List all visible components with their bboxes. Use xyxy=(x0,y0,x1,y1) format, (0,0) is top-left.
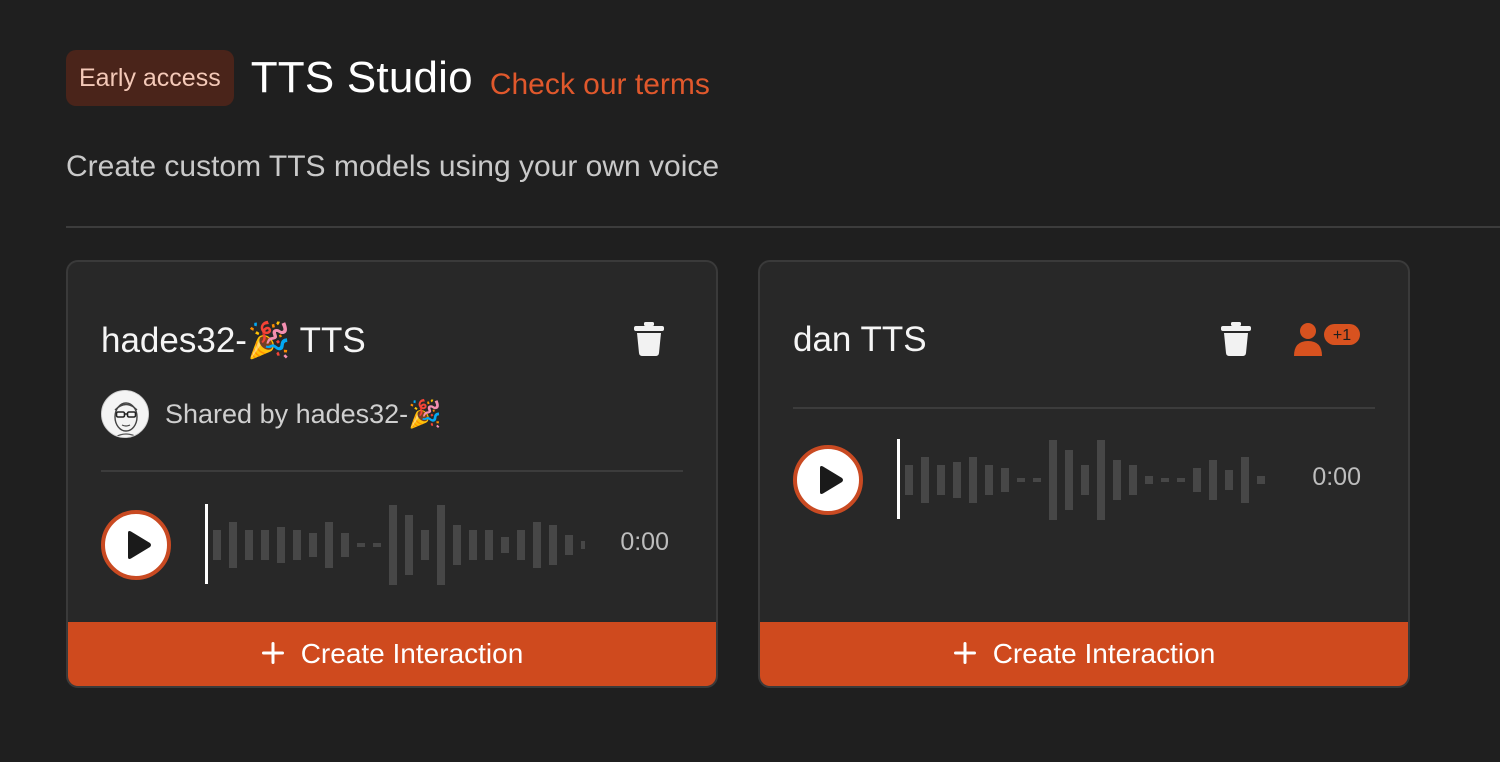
trash-icon[interactable] xyxy=(634,322,664,356)
waveform-bar xyxy=(437,505,445,585)
waveform-bar xyxy=(1081,465,1089,495)
avatar xyxy=(101,390,149,438)
waveform-bar xyxy=(277,527,285,563)
waveform-bar xyxy=(1257,476,1265,484)
early-access-badge: Early access xyxy=(66,50,234,106)
card-title: hades32-🎉 TTS xyxy=(101,321,366,360)
shared-by-label: Shared by hades32-🎉 xyxy=(165,399,442,429)
waveform-bar xyxy=(1193,468,1201,492)
waveform-bar xyxy=(1241,457,1249,503)
playhead[interactable] xyxy=(897,439,900,519)
waveform-bar xyxy=(549,525,557,565)
trash-icon[interactable] xyxy=(1221,322,1251,356)
waveform-bar xyxy=(485,530,493,560)
audio-player: 0:00 xyxy=(793,437,1375,523)
waveform-bar xyxy=(517,530,525,560)
playhead[interactable] xyxy=(205,504,208,584)
waveform-bar xyxy=(213,530,221,560)
create-interaction-label: Create Interaction xyxy=(300,638,524,669)
waveform[interactable] xyxy=(897,439,1277,521)
waveform-bar xyxy=(261,530,269,560)
waveform-bar xyxy=(1065,450,1073,510)
card-title: dan TTS xyxy=(793,320,927,359)
waveform-bar xyxy=(969,457,977,503)
terms-link[interactable]: Check our terms xyxy=(490,68,710,102)
page-title: TTS Studio xyxy=(250,53,473,102)
play-icon xyxy=(819,466,843,494)
waveform-bar xyxy=(1209,460,1217,500)
waveform-bar xyxy=(985,465,993,495)
waveform-bar xyxy=(389,505,397,585)
waveform-bar xyxy=(341,533,349,557)
waveform-bar xyxy=(405,515,413,575)
page-subtitle: Create custom TTS models using your own … xyxy=(66,150,720,183)
divider xyxy=(66,226,1500,228)
waveform-bar xyxy=(469,530,477,560)
audio-player: 0:00 xyxy=(101,502,683,588)
waveform-bar xyxy=(565,535,573,555)
tts-card-dan: dan TTS +1 0:00 Create Interaction xyxy=(758,260,1410,688)
card-separator xyxy=(101,470,683,472)
time-display: 0:00 xyxy=(620,528,669,556)
create-interaction-button[interactable]: Create Interaction xyxy=(760,622,1408,686)
waveform-bar xyxy=(501,537,509,553)
waveform-bar xyxy=(229,522,237,568)
waveform-bar xyxy=(373,543,381,547)
waveform-bar xyxy=(1049,440,1057,520)
waveform-bar xyxy=(905,465,913,495)
waveform-bar xyxy=(533,522,541,568)
waveform-bar xyxy=(1097,440,1105,520)
play-button[interactable] xyxy=(793,445,863,515)
waveform-bar xyxy=(921,457,929,503)
waveform-bar xyxy=(325,522,333,568)
waveform[interactable] xyxy=(205,504,585,586)
waveform-bar xyxy=(1161,478,1169,482)
share-count: +1 xyxy=(1333,327,1351,344)
card-separator xyxy=(793,407,1375,409)
waveform-bar xyxy=(1177,478,1185,482)
waveform-bar xyxy=(1129,465,1137,495)
plus-icon xyxy=(953,637,977,671)
share-user-icon[interactable]: +1 xyxy=(1294,322,1364,356)
shared-by-row: Shared by hades32-🎉 xyxy=(101,390,442,438)
tts-card-hades32: hades32-🎉 TTS Shared by hades32-🎉 0:00 C… xyxy=(66,260,718,688)
create-interaction-button[interactable]: Create Interaction xyxy=(68,622,716,686)
plus-icon xyxy=(261,637,285,671)
create-interaction-label: Create Interaction xyxy=(992,638,1216,669)
waveform-bar xyxy=(357,543,365,547)
page-header: Early access TTS Studio Check our terms xyxy=(66,50,710,106)
waveform-bar xyxy=(1033,478,1041,482)
waveform-bar xyxy=(953,462,961,498)
time-display: 0:00 xyxy=(1312,463,1361,491)
waveform-bar xyxy=(1225,470,1233,490)
waveform-bar xyxy=(245,530,253,560)
waveform-bar xyxy=(1113,460,1121,500)
waveform-bar xyxy=(1001,468,1009,492)
play-icon xyxy=(127,531,151,559)
waveform-bar xyxy=(421,530,429,560)
waveform-bar xyxy=(1017,478,1025,482)
waveform-bar xyxy=(1145,476,1153,484)
waveform-bar xyxy=(581,541,585,549)
waveform-bar xyxy=(453,525,461,565)
waveform-bar xyxy=(293,530,301,560)
waveform-bar xyxy=(937,465,945,495)
waveform-bar xyxy=(309,533,317,557)
play-button[interactable] xyxy=(101,510,171,580)
